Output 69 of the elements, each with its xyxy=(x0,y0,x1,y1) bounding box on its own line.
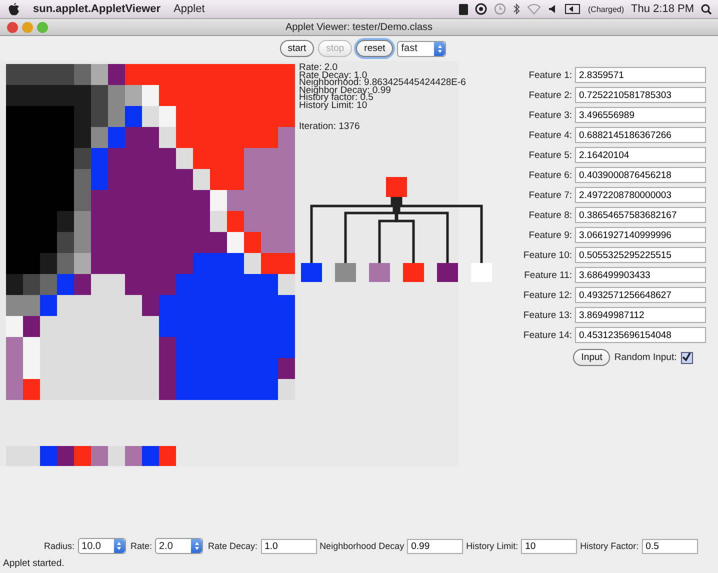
setting-field[interactable]: 0.99 xyxy=(407,538,464,554)
window-title: Applet Viewer: tester/Demo.class xyxy=(285,22,434,32)
feature-label: Feature 14: xyxy=(522,330,572,340)
feature-field[interactable]: 0.6882145186367266 xyxy=(575,127,706,143)
feature-label: Feature 1: xyxy=(528,70,572,80)
setting-label: Rate: xyxy=(130,541,152,551)
toolbar-button[interactable]: start xyxy=(280,40,314,57)
feature-label: Feature 2: xyxy=(528,90,572,100)
feature-label: Feature 7: xyxy=(528,190,572,200)
parameter-text: History Limit: 10 xyxy=(299,102,368,109)
stepper-icon xyxy=(114,539,125,553)
feature-field[interactable]: 0.4531235696154048 xyxy=(575,327,706,343)
feature-label: Feature 13: xyxy=(522,310,572,320)
checkbox-label: Random Input: xyxy=(614,352,677,363)
setting-field[interactable]: 0.5 xyxy=(642,538,698,554)
feature-field[interactable]: 0.38654657583682167 xyxy=(575,207,706,223)
setting-label: Neighborhood Decay xyxy=(320,541,404,551)
parameter-text: Rate Decay: 1.0 xyxy=(299,72,368,79)
feature-field[interactable]: 3.686499903433 xyxy=(575,267,706,283)
feature-label: Feature 12: xyxy=(522,290,572,300)
feature-field[interactable]: 0.4039000876456218 xyxy=(575,167,706,183)
feature-label: Feature 10: xyxy=(522,250,572,260)
feature-label: Feature 3: xyxy=(528,110,572,120)
feature-label: Feature 11: xyxy=(523,270,572,280)
iteration-text: Iteration: 1376 xyxy=(299,121,361,132)
feature-field[interactable]: 0.4932571256648627 xyxy=(575,287,706,303)
toolbar-button[interactable]: reset xyxy=(356,40,394,57)
setting-label: History Limit: xyxy=(466,541,518,551)
sync-icon[interactable] xyxy=(475,3,487,15)
parameter-text: Rate: 2.0 xyxy=(299,64,338,72)
fruit-logo-icon[interactable] xyxy=(8,2,20,16)
feature-field[interactable]: 3.86949987112 xyxy=(575,307,706,323)
speaker-icon[interactable] xyxy=(548,4,558,14)
stepper-icon xyxy=(434,42,446,56)
app-menu[interactable]: sun.applet.AppletViewer xyxy=(33,3,161,15)
feature-field[interactable]: 2.8359571 xyxy=(575,67,706,83)
feature-label: Feature 5: xyxy=(528,150,572,160)
feature-label: Feature 4: xyxy=(528,130,572,140)
feature-label: Feature 6: xyxy=(528,170,572,180)
parameter-text: Neighborhood: 9.863425445424428E-6 xyxy=(299,79,467,86)
setting-select[interactable]: 2.0 xyxy=(155,538,204,554)
input-button[interactable]: Input xyxy=(573,349,610,366)
menu-item[interactable]: Applet xyxy=(174,3,205,15)
battery-status[interactable]: (Charged) xyxy=(588,4,624,14)
setting-field[interactable]: 1.0 xyxy=(260,538,317,554)
close-button[interactable] xyxy=(7,22,18,32)
speed-select[interactable]: fast xyxy=(397,40,446,56)
feature-field[interactable]: 3.496556989 xyxy=(575,107,706,123)
feature-field[interactable]: 0.7252210581785303 xyxy=(575,87,706,103)
feature-label: Feature 8: xyxy=(528,210,572,220)
setting-label: Rate Decay: xyxy=(208,541,258,551)
parameter-text: Neighbor Decay: 0.99 xyxy=(299,86,391,94)
parameter-text: History factor: 0.5 xyxy=(299,94,374,102)
bluetooth-icon[interactable] xyxy=(513,3,520,15)
menu-clock[interactable]: Thu 2:18 PM xyxy=(631,3,694,15)
status-text: Applet started. xyxy=(2,557,66,570)
feature-field[interactable]: 2.4972208780000003 xyxy=(575,187,706,203)
feature-label: Feature 9: xyxy=(528,230,572,240)
feature-field[interactable]: 3.0661927140999996 xyxy=(575,227,706,243)
search-icon[interactable] xyxy=(701,4,712,14)
setting-field[interactable]: 10 xyxy=(521,538,578,554)
setting-select[interactable]: 10.0 xyxy=(78,538,126,554)
setting-label: Radius: xyxy=(44,541,75,551)
stepper-icon xyxy=(191,539,202,553)
feature-field[interactable]: 0.5055325295225515 xyxy=(575,247,706,263)
random-input-checkbox[interactable] xyxy=(680,352,693,364)
setting-label: History Factor: xyxy=(580,541,639,551)
battery-icon[interactable] xyxy=(565,4,581,14)
feature-field[interactable]: 2.16420104 xyxy=(575,147,706,163)
